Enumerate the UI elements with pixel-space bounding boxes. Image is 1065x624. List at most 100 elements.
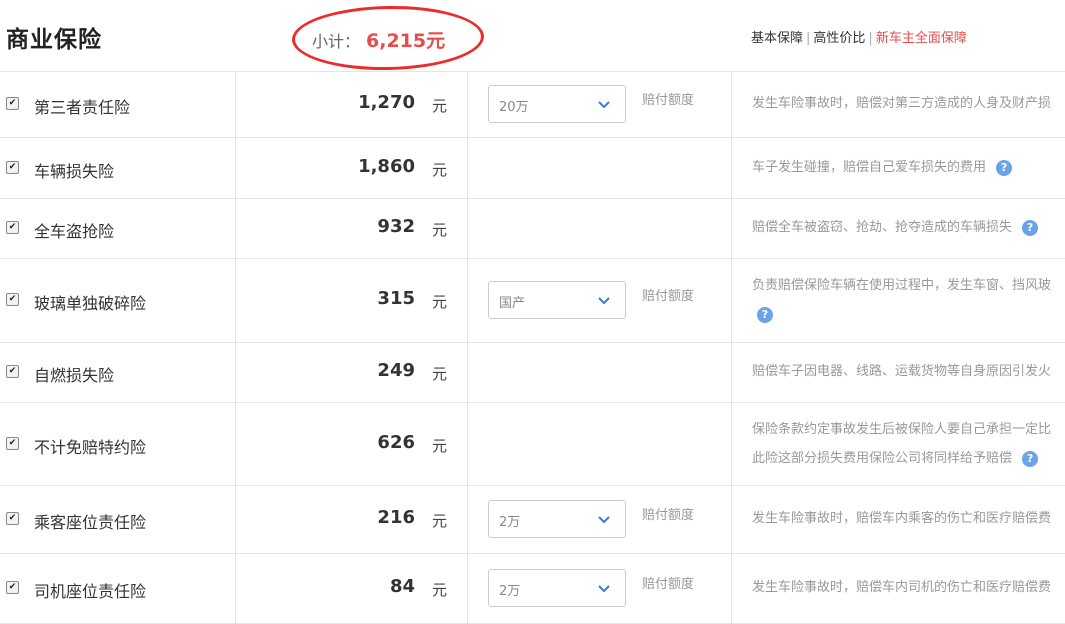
insurance-name: 不计免赔特约险 xyxy=(34,438,147,457)
insurance-description: 发生车险事故时，赔偿车内乘客的伤亡和医疗赔偿费 xyxy=(752,504,1065,533)
description-cell: 发生车险事故时，赔偿车内司机的伤亡和医疗赔偿费 xyxy=(732,554,1065,623)
insurance-price: 932 xyxy=(377,216,415,237)
price-cell: 249 元 xyxy=(236,343,468,402)
insurance-price: 1,270 xyxy=(358,92,415,113)
insurance-description: 保险条款约定事故发生后被保险人要自己承担一定比此险这部分损失费用保险公司将同样给… xyxy=(752,415,1065,473)
table-row: ✔ 玻璃单独破碎险 315 元 国产 赔付额度 负责赔偿保险车辆在使用过程中，发… xyxy=(0,259,1065,343)
plan-link-new-owner[interactable]: 新车主全面保障 xyxy=(876,31,967,46)
description-line: 负责赔偿保险车辆在使用过程中，发生车窗、挡风玻 xyxy=(752,271,1065,300)
insurance-name: 自燃损失险 xyxy=(34,366,115,385)
price-cell: 84 元 xyxy=(236,554,468,623)
table-row: ✔ 司机座位责任险 84 元 2万 赔付额度 发生车险事故时，赔偿车内司机的伤亡… xyxy=(0,554,1065,624)
limit-label: 赔付额度 xyxy=(642,577,695,592)
limit-select-value: 国产 xyxy=(499,296,526,311)
insurance-description: 发生车险事故时，赔偿对第三方造成的人身及财产损 xyxy=(752,89,1065,118)
price-unit: 元 xyxy=(431,437,447,455)
insurance-description: 赔偿全车被盗窃、抢劫、抢夺造成的车辆损失? xyxy=(752,213,1065,242)
price-unit: 元 xyxy=(431,97,447,115)
description-cell: 赔偿车子因电器、线路、运载货物等自身原因引发火 xyxy=(732,343,1065,402)
limit-select[interactable]: 国产 xyxy=(488,281,626,319)
checkbox[interactable]: ✔ xyxy=(6,221,19,234)
insurance-table: ✔ 第三者责任险 1,270 元 20万 赔付额度 发生车险事故时，赔偿对第三方… xyxy=(0,71,1065,624)
insurance-name-cell: ✔ 不计免赔特约险 xyxy=(0,403,236,485)
chevron-down-icon xyxy=(597,293,611,307)
price-cell: 216 元 xyxy=(236,486,468,553)
description-line: 保险条款约定事故发生后被保险人要自己承担一定比 xyxy=(752,415,1065,444)
insurance-name: 车辆损失险 xyxy=(34,162,115,181)
subtotal-currency: 元 xyxy=(426,30,446,52)
limit-select[interactable]: 20万 xyxy=(488,85,626,123)
insurance-name: 全车盗抢险 xyxy=(34,222,115,241)
description-cell: 负责赔偿保险车辆在使用过程中，发生车窗、挡风玻? xyxy=(732,259,1065,342)
price-unit: 元 xyxy=(431,365,447,383)
insurance-description: 发生车险事故时，赔偿车内司机的伤亡和医疗赔偿费 xyxy=(752,573,1065,602)
plan-links: 基本保障 | 高性价比 | 新车主全面保障 xyxy=(751,27,967,46)
description-line: 此险这部分损失费用保险公司将同样给予赔偿? xyxy=(752,444,1065,473)
description-cell: 发生车险事故时，赔偿对第三方造成的人身及财产损 xyxy=(732,71,1065,137)
table-row: ✔ 不计免赔特约险 626 元 保险条款约定事故发生后被保险人要自己承担一定比此… xyxy=(0,403,1065,486)
description-line: 发生车险事故时，赔偿对第三方造成的人身及财产损 xyxy=(752,89,1065,118)
checkbox[interactable]: ✔ xyxy=(6,512,19,525)
price-cell: 1,270 元 xyxy=(236,71,468,137)
checkbox[interactable]: ✔ xyxy=(6,161,19,174)
limit-cell: 2万 赔付额度 xyxy=(468,554,732,623)
link-separator: | xyxy=(806,31,811,46)
limit-select-value: 2万 xyxy=(499,584,521,599)
header: 商业保险 小计： 6,215元 基本保障 | 高性价比 | 新车主全面保障 xyxy=(0,0,1065,72)
description-line: 发生车险事故时，赔偿车内乘客的伤亡和医疗赔偿费 xyxy=(752,504,1065,533)
description-text: 保险条款约定事故发生后被保险人要自己承担一定比 xyxy=(752,422,1052,437)
insurance-description: 车子发生碰撞，赔偿自己爱车损失的费用? xyxy=(752,153,1065,182)
help-icon[interactable]: ? xyxy=(996,159,1013,176)
checkbox[interactable]: ✔ xyxy=(6,365,19,378)
plan-link-value[interactable]: 高性价比 xyxy=(813,31,865,46)
insurance-name-cell: ✔ 车辆损失险 xyxy=(0,138,236,198)
limit-select[interactable]: 2万 xyxy=(488,569,626,607)
description-line: 赔偿车子因电器、线路、运载货物等自身原因引发火 xyxy=(752,357,1065,386)
description-text: 赔偿车子因电器、线路、运载货物等自身原因引发火 xyxy=(752,364,1052,379)
chevron-down-icon xyxy=(597,97,611,111)
chevron-down-icon xyxy=(597,581,611,595)
insurance-name: 玻璃单独破碎险 xyxy=(34,294,147,313)
table-row: ✔ 乘客座位责任险 216 元 2万 赔付额度 发生车险事故时，赔偿车内乘客的伤… xyxy=(0,486,1065,554)
section-title: 商业保险 xyxy=(6,27,102,53)
description-line: 车子发生碰撞，赔偿自己爱车损失的费用? xyxy=(752,153,1065,182)
insurance-name: 乘客座位责任险 xyxy=(34,513,147,532)
limit-cell: 国产 赔付额度 xyxy=(468,259,732,342)
insurance-price: 1,860 xyxy=(358,156,415,177)
table-row: ✔ 车辆损失险 1,860 元 车子发生碰撞，赔偿自己爱车损失的费用? xyxy=(0,138,1065,199)
checkbox[interactable]: ✔ xyxy=(6,293,19,306)
insurance-name-cell: ✔ 乘客座位责任险 xyxy=(0,486,236,553)
insurance-name-cell: ✔ 全车盗抢险 xyxy=(0,199,236,258)
plan-link-basic[interactable]: 基本保障 xyxy=(751,31,803,46)
help-icon[interactable]: ? xyxy=(1022,450,1039,467)
insurance-description: 赔偿车子因电器、线路、运载货物等自身原因引发火 xyxy=(752,357,1065,386)
chevron-down-icon xyxy=(597,512,611,526)
price-unit: 元 xyxy=(431,581,447,599)
insurance-name-cell: ✔ 司机座位责任险 xyxy=(0,554,236,623)
table-row: ✔ 自燃损失险 249 元 赔偿车子因电器、线路、运载货物等自身原因引发火 xyxy=(0,343,1065,403)
checkbox[interactable]: ✔ xyxy=(6,581,19,594)
description-text: 发生车险事故时，赔偿车内乘客的伤亡和医疗赔偿费 xyxy=(752,511,1052,526)
price-unit: 元 xyxy=(431,293,447,311)
limit-cell: 20万 赔付额度 xyxy=(468,71,732,137)
price-unit: 元 xyxy=(431,161,447,179)
limit-select[interactable]: 2万 xyxy=(488,500,626,538)
insurance-price: 216 xyxy=(377,507,415,528)
description-text: 发生车险事故时，赔偿对第三方造成的人身及财产损 xyxy=(752,96,1052,111)
checkbox[interactable]: ✔ xyxy=(6,437,19,450)
price-cell: 626 元 xyxy=(236,403,468,485)
limit-label: 赔付额度 xyxy=(642,93,695,108)
help-icon[interactable]: ? xyxy=(757,307,773,323)
link-separator: | xyxy=(868,31,873,46)
help-icon[interactable]: ? xyxy=(1022,219,1039,236)
limit-cell xyxy=(468,138,732,198)
description-cell: 车子发生碰撞，赔偿自己爱车损失的费用? xyxy=(732,138,1065,198)
price-cell: 315 元 xyxy=(236,259,468,342)
insurance-price: 626 xyxy=(377,432,415,453)
description-text: 赔偿全车被盗窃、抢劫、抢夺造成的车辆损失 xyxy=(752,220,1013,235)
description-cell: 发生车险事故时，赔偿车内乘客的伤亡和医疗赔偿费 xyxy=(732,486,1065,553)
limit-cell xyxy=(468,403,732,485)
price-cell: 1,860 元 xyxy=(236,138,468,198)
checkbox[interactable]: ✔ xyxy=(6,97,19,110)
description-text: 车子发生碰撞，赔偿自己爱车损失的费用 xyxy=(752,160,987,175)
